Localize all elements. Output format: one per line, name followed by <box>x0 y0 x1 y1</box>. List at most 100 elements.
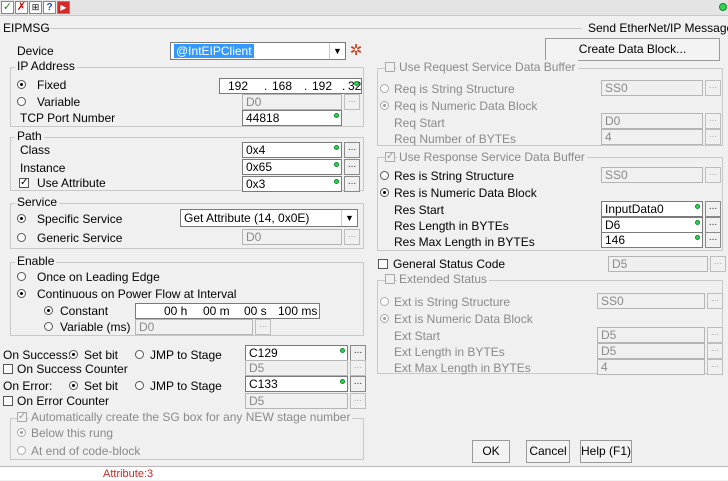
success-field[interactable]: C129 <box>245 345 348 361</box>
success-counter-checkbox[interactable] <box>3 364 13 374</box>
instance-browse-button[interactable]: ... <box>344 159 360 175</box>
ext-max-length-field[interactable]: 4 <box>597 359 705 375</box>
error-jmp-label: JMP to Stage <box>150 379 222 393</box>
ext-string-label: Ext is String Structure <box>394 295 511 309</box>
req-numeric-radio[interactable] <box>380 101 389 110</box>
success-setbit-radio[interactable] <box>69 350 78 359</box>
ip-address-field[interactable]: 192 . 168 . 192 . 32 <box>219 78 362 94</box>
close-icon[interactable]: ▶ <box>57 1 70 14</box>
req-string-field[interactable]: SS0 <box>601 80 703 96</box>
ip-variable-field[interactable]: D0 <box>242 94 342 110</box>
help-button[interactable]: Help (F1) <box>580 440 632 463</box>
ip-variable-browse-button[interactable]: ... <box>344 94 360 110</box>
variable-radio[interactable] <box>17 97 26 106</box>
ext-string-browse-button[interactable]: ... <box>707 293 723 309</box>
tcp-port-field[interactable]: 44818 <box>242 110 342 126</box>
auto-sg-checkbox[interactable]: ✓ <box>17 412 27 422</box>
ext-length-browse-button[interactable]: ... <box>707 343 723 359</box>
interval-minutes: 00 m <box>203 304 230 318</box>
class-browse-button[interactable]: ... <box>344 142 360 158</box>
tcp-port-value: 44818 <box>246 111 280 125</box>
ip-separator: . <box>264 79 268 93</box>
create-data-block-button[interactable]: Create Data Block... <box>545 38 720 61</box>
res-length-browse-button[interactable]: ... <box>705 217 721 233</box>
ext-start-browse-button[interactable]: ... <box>707 327 723 343</box>
help-icon[interactable]: ? <box>43 1 56 14</box>
generic-service-field[interactable]: D0 <box>242 229 342 245</box>
ext-length-field[interactable]: D5 <box>597 343 705 359</box>
attribute-value: 0x3 <box>246 177 266 191</box>
variable-ms-radio[interactable] <box>44 322 53 331</box>
x-icon[interactable]: ✗ <box>15 1 28 14</box>
attribute-field[interactable]: 0x3 <box>242 176 342 192</box>
device-select[interactable]: @IntEIPClient ▼ <box>170 42 346 60</box>
res-length-field[interactable]: D6 <box>601 217 703 233</box>
use-attribute-checkbox[interactable]: ✓ <box>19 178 29 188</box>
req-start-browse-button[interactable]: ... <box>705 113 721 129</box>
res-string-browse-button[interactable]: ... <box>705 167 721 183</box>
specific-service-label: Specific Service <box>37 212 123 226</box>
continuous-radio[interactable] <box>17 289 26 298</box>
ext-string-field[interactable]: SS0 <box>597 293 705 309</box>
error-field[interactable]: C133 <box>245 376 348 392</box>
req-start-field[interactable]: D0 <box>601 113 703 129</box>
general-status-field[interactable]: D5 <box>608 256 708 272</box>
success-jmp-radio[interactable] <box>135 350 144 359</box>
split-icon[interactable]: ⊞ <box>29 1 42 14</box>
success-counter-field[interactable]: D5 <box>245 360 348 376</box>
ext-numeric-radio[interactable] <box>380 314 389 323</box>
end-code-block-radio[interactable] <box>17 446 26 455</box>
success-counter-browse-button[interactable]: ... <box>350 360 366 376</box>
error-counter-browse-button[interactable]: ... <box>350 393 366 409</box>
fixed-radio[interactable] <box>17 80 26 89</box>
variable-ms-browse-button[interactable]: ... <box>255 319 271 335</box>
cancel-button[interactable]: Cancel <box>526 440 570 463</box>
error-browse-button[interactable]: ... <box>350 376 366 392</box>
variable-ms-field[interactable]: D0 <box>135 319 253 335</box>
res-string-field[interactable]: SS0 <box>601 167 703 183</box>
ip-separator: . <box>342 79 346 93</box>
success-browse-button[interactable]: ... <box>350 345 366 361</box>
use-response-checkbox[interactable]: ✓ <box>385 152 395 162</box>
req-number-field[interactable]: 4 <box>601 129 703 145</box>
below-rung-radio[interactable] <box>17 428 26 437</box>
interval-constant-field[interactable]: 00 h 00 m 00 s 100 ms <box>135 303 320 319</box>
class-field[interactable]: 0x4 <box>242 142 342 158</box>
generic-service-radio[interactable] <box>17 233 26 242</box>
class-value: 0x4 <box>246 143 266 157</box>
instance-field[interactable]: 0x65 <box>242 159 342 175</box>
specific-service-radio[interactable] <box>17 214 26 223</box>
req-string-radio[interactable] <box>380 84 389 93</box>
res-max-length-browse-button[interactable]: ... <box>705 232 721 248</box>
required-indicator-icon <box>354 81 359 86</box>
res-numeric-radio[interactable] <box>380 188 389 197</box>
ext-max-length-browse-button[interactable]: ... <box>707 359 723 375</box>
res-max-length-field[interactable]: 146 <box>601 232 703 248</box>
req-number-browse-button[interactable]: ... <box>705 129 721 145</box>
specific-service-select[interactable]: Get Attribute (14, 0x0E) ▼ <box>180 209 358 227</box>
res-string-radio[interactable] <box>380 171 389 180</box>
interval-hours: 00 h <box>164 304 188 318</box>
gear-icon[interactable]: ✲ <box>348 43 364 59</box>
res-start-field[interactable]: InputData0 <box>601 201 703 217</box>
general-status-checkbox[interactable] <box>378 259 388 269</box>
end-code-block-label: At end of code-block <box>31 444 141 458</box>
use-request-checkbox[interactable] <box>385 62 395 72</box>
error-counter-field[interactable]: D5 <box>245 393 348 409</box>
extended-status-checkbox[interactable] <box>385 274 395 284</box>
attribute-browse-button[interactable]: ... <box>344 176 360 192</box>
ip-octet-2: 168 <box>272 79 293 93</box>
error-counter-checkbox[interactable] <box>3 396 13 406</box>
req-string-browse-button[interactable]: ... <box>705 80 721 96</box>
res-start-browse-button[interactable]: ... <box>705 201 721 217</box>
generic-service-browse-button[interactable]: ... <box>344 229 360 245</box>
check-icon[interactable]: ✓ <box>1 1 14 14</box>
ext-string-radio[interactable] <box>380 297 389 306</box>
general-status-browse-button[interactable]: ... <box>710 256 726 272</box>
error-setbit-radio[interactable] <box>69 381 78 390</box>
once-leading-edge-radio[interactable] <box>17 272 26 281</box>
constant-radio[interactable] <box>44 306 53 315</box>
ext-start-field[interactable]: D5 <box>597 327 705 343</box>
ok-button[interactable]: OK <box>472 440 510 463</box>
error-jmp-radio[interactable] <box>135 381 144 390</box>
